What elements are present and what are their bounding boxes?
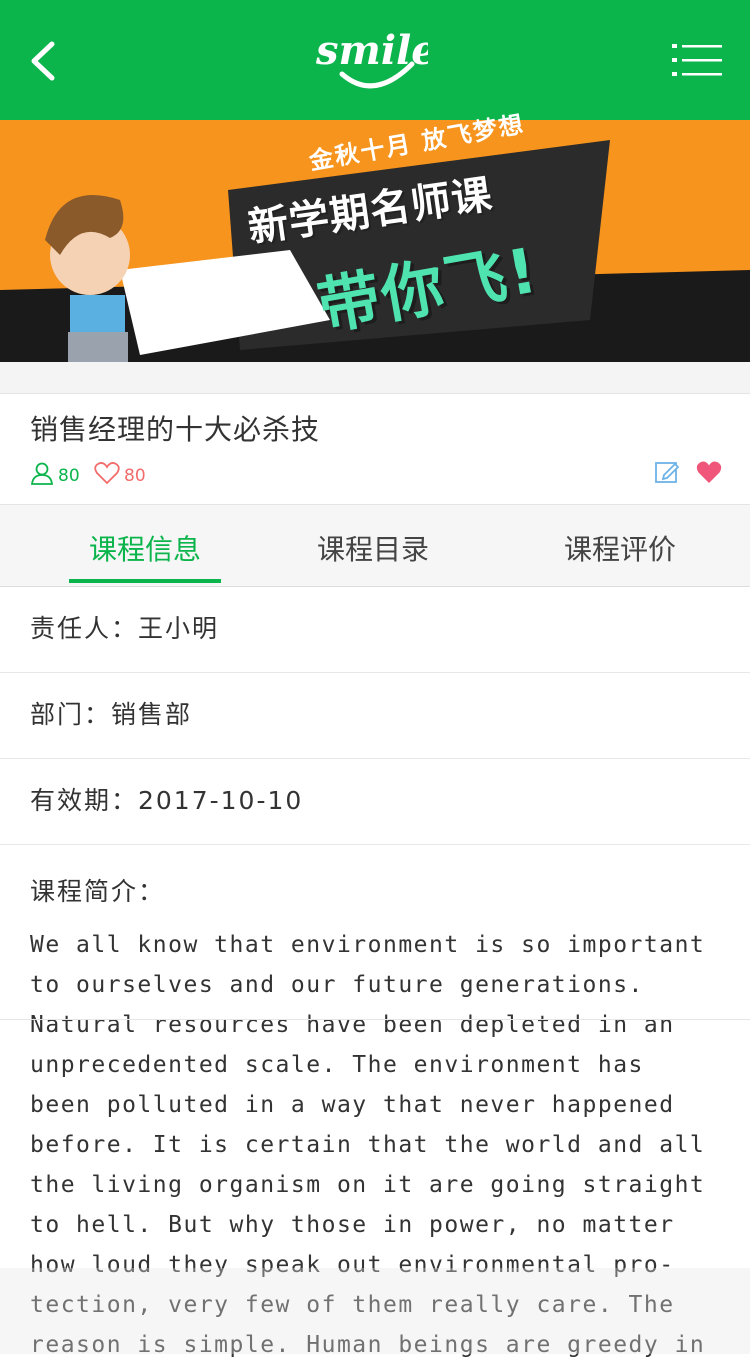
intro-label: 课程简介：: [30, 877, 166, 906]
heart-outline-icon: [94, 462, 120, 485]
valid-until-row: 有效期：2017-10-10: [0, 757, 750, 845]
section-gap: [0, 362, 750, 394]
valid-until-text: 有效期：2017-10-10: [30, 786, 304, 815]
department-text: 部门：销售部: [30, 700, 193, 729]
owner-text: 责任人：王小明: [30, 614, 220, 643]
edit-icon[interactable]: [654, 459, 680, 485]
like-count-value: 80: [124, 466, 146, 486]
active-tab-indicator: [69, 579, 221, 583]
tab-course-reviews[interactable]: 课程评价: [500, 505, 740, 586]
heart-filled-icon[interactable]: [696, 460, 722, 484]
learner-count-value: 80: [58, 466, 80, 486]
owner-row: 责任人：王小明: [0, 585, 750, 673]
course-title: 销售经理的十大必杀技: [30, 413, 321, 446]
like-count: 80: [94, 458, 146, 488]
smile-logo: smile: [315, 27, 428, 89]
department-row: 部门：销售部: [0, 671, 750, 759]
learner-count: 80: [30, 458, 80, 488]
divider: [0, 1019, 750, 1020]
top-bar: smile: [0, 0, 750, 120]
tab-bar: 课程信息 课程目录 课程评价: [0, 504, 750, 587]
tab-course-info[interactable]: 课程信息: [0, 505, 290, 586]
user-icon: [30, 462, 54, 485]
tab-course-catalog[interactable]: 课程目录: [248, 505, 498, 586]
back-icon[interactable]: [22, 36, 72, 86]
list-menu-icon[interactable]: [672, 40, 724, 80]
bottom-overlay: [0, 1268, 750, 1354]
